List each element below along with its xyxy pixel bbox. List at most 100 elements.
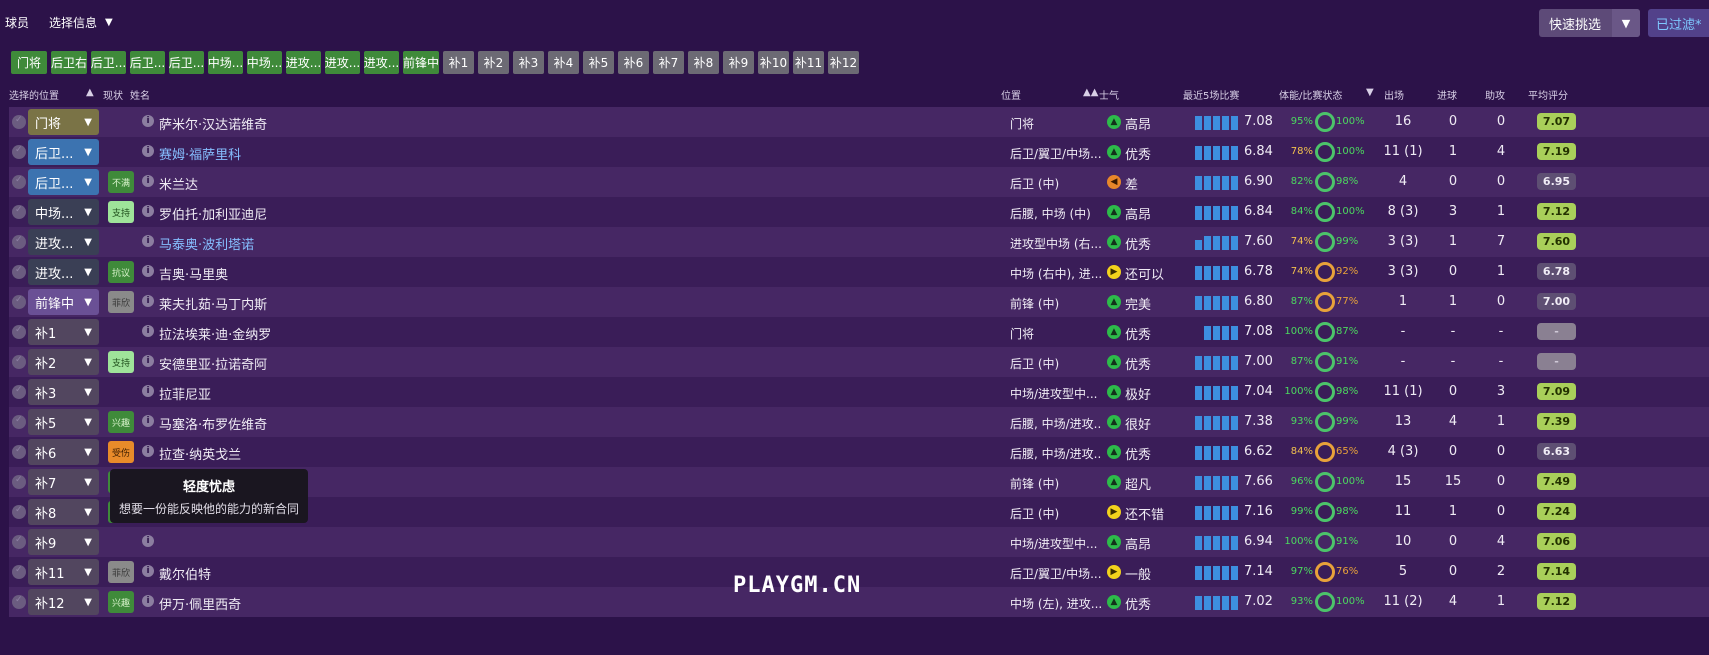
info-icon[interactable]: i: [142, 385, 154, 397]
select-checkbox[interactable]: [12, 325, 26, 339]
info-icon[interactable]: i: [142, 565, 154, 577]
slot-button[interactable]: 补10: [758, 51, 789, 74]
table-row[interactable]: 补5 ▼ 兴趣 i 马塞洛·布罗佐维奇 后腰, 中场/进攻... ▲ 很好 7.38 93% 99%…: [9, 407, 1709, 437]
position-select[interactable]: 补3 ▼: [28, 379, 99, 405]
status-badge[interactable]: 菲欣: [108, 561, 134, 583]
select-checkbox[interactable]: [12, 505, 26, 519]
position-select[interactable]: 补6 ▼: [28, 439, 99, 465]
status-badge[interactable]: 抗议: [108, 261, 134, 283]
position-select[interactable]: 补12 ▼: [28, 589, 99, 615]
position-select[interactable]: 补1 ▼: [28, 319, 99, 345]
slot-button[interactable]: 补4: [548, 51, 579, 74]
select-checkbox[interactable]: [12, 205, 26, 219]
table-row[interactable]: 补1 ▼ i 拉法埃莱·迪·金纳罗 门将 ▲ 优秀 7.08 100% 87% - - - -: [9, 317, 1709, 347]
select-checkbox[interactable]: [12, 265, 26, 279]
header-goals[interactable]: 进球: [1437, 87, 1457, 102]
player-name[interactable]: 赛姆·福萨里科: [159, 144, 241, 163]
info-icon[interactable]: i: [142, 265, 154, 277]
header-fitness[interactable]: 体能/比赛状态: [1279, 87, 1342, 102]
slot-button[interactable]: 中场...: [208, 51, 243, 74]
info-icon[interactable]: i: [142, 115, 154, 127]
slot-button[interactable]: 补5: [583, 51, 614, 74]
position-select[interactable]: 门将 ▼: [28, 109, 99, 135]
quick-pick-dropdown[interactable]: ▼: [1612, 9, 1640, 37]
header-assists[interactable]: 助攻: [1485, 87, 1505, 102]
select-checkbox[interactable]: [12, 565, 26, 579]
status-badge[interactable]: 兴趣: [108, 411, 134, 433]
status-badge[interactable]: 兴趣: [108, 591, 134, 613]
position-select[interactable]: 补7 ▼: [28, 469, 99, 495]
table-row[interactable]: 中场... ▼ 支持 i 罗伯托·加利亚迪尼 后腰, 中场 (中) ▲ 高昂 6.84 84% 10…: [9, 197, 1709, 227]
slot-button[interactable]: 后卫...: [91, 51, 126, 74]
position-select[interactable]: 补5 ▼: [28, 409, 99, 435]
slot-button[interactable]: 补7: [653, 51, 684, 74]
info-icon[interactable]: i: [142, 445, 154, 457]
header-last5[interactable]: 最近5场比赛: [1183, 87, 1239, 102]
header-avg-rating[interactable]: 平均评分: [1528, 87, 1568, 102]
info-icon[interactable]: i: [142, 205, 154, 217]
select-checkbox[interactable]: [12, 445, 26, 459]
header-selected-position[interactable]: 选择的位置: [9, 87, 59, 102]
info-icon[interactable]: i: [142, 325, 154, 337]
slot-button[interactable]: 后卫...: [130, 51, 165, 74]
table-row[interactable]: 后卫... ▼ 不满 i 米兰达 后卫 (中) ◀ 差 6.90 82% 98% 4 0 0 6.95: [9, 167, 1709, 197]
header-morale[interactable]: 士气: [1099, 87, 1119, 102]
slot-button[interactable]: 进攻...: [325, 51, 360, 74]
info-icon[interactable]: i: [142, 145, 154, 157]
info-icon[interactable]: i: [142, 175, 154, 187]
status-badge[interactable]: 不满: [108, 171, 134, 193]
select-checkbox[interactable]: [12, 115, 26, 129]
player-name[interactable]: 吉奥·马里奥: [159, 264, 228, 283]
info-icon[interactable]: i: [142, 595, 154, 607]
slot-button[interactable]: 补11: [793, 51, 824, 74]
header-position[interactable]: 位置: [1001, 87, 1021, 102]
info-icon[interactable]: i: [142, 535, 154, 547]
info-icon[interactable]: i: [142, 415, 154, 427]
slot-button[interactable]: 补1: [443, 51, 474, 74]
select-checkbox[interactable]: [12, 415, 26, 429]
table-row[interactable]: 前锋中 ▼ 菲欣 i 莱夫扎茹·马丁内斯 前锋 (中) ▲ 完美 6.80 87% 77% 1 1 0 7.…: [9, 287, 1709, 317]
position-select[interactable]: 补11 ▼: [28, 559, 99, 585]
slot-button[interactable]: 后卫右: [51, 51, 87, 74]
status-badge[interactable]: 受伤: [108, 441, 134, 463]
table-row[interactable]: 进攻... ▼ i 马泰奥·波利塔诺 进攻型中场 (右... ▲ 优秀 7.60 74% 99% 3…: [9, 227, 1709, 257]
header-apps[interactable]: 出场: [1384, 87, 1404, 102]
position-select[interactable]: 补8 ▼: [28, 499, 99, 525]
select-info-dropdown[interactable]: 选择信息 ▼: [49, 14, 113, 31]
player-name[interactable]: 戴尔伯特: [159, 564, 211, 583]
player-name[interactable]: 拉查·纳英戈兰: [159, 444, 241, 463]
status-badge[interactable]: 菲欣: [108, 291, 134, 313]
select-checkbox[interactable]: [12, 475, 26, 489]
player-name[interactable]: 拉法埃莱·迪·金纳罗: [159, 324, 271, 343]
select-checkbox[interactable]: [12, 295, 26, 309]
filtered-button[interactable]: 已过滤*: [1648, 9, 1709, 37]
table-row[interactable]: 补9 ▼ i 中场/进攻型中... ▲ 高昂 6.94 100% 91% 10 0 4 7.06: [9, 527, 1709, 557]
player-name[interactable]: 伊万·佩里西奇: [159, 594, 241, 613]
slot-button[interactable]: 进攻...: [286, 51, 321, 74]
position-select[interactable]: 前锋中 ▼: [28, 289, 99, 315]
table-row[interactable]: 补3 ▼ i 拉菲尼亚 中场/进攻型中... ▲ 极好 7.04 100% 98% 11 (1) 0 3…: [9, 377, 1709, 407]
position-select[interactable]: 后卫... ▼: [28, 139, 99, 165]
select-checkbox[interactable]: [12, 175, 26, 189]
select-checkbox[interactable]: [12, 595, 26, 609]
position-select[interactable]: 中场... ▼: [28, 199, 99, 225]
info-icon[interactable]: i: [142, 235, 154, 247]
select-checkbox[interactable]: [12, 145, 26, 159]
position-select[interactable]: 补2 ▼: [28, 349, 99, 375]
player-name[interactable]: 拉菲尼亚: [159, 384, 211, 403]
status-badge[interactable]: 支持: [108, 201, 134, 223]
slot-button[interactable]: 补6: [618, 51, 649, 74]
table-row[interactable]: 门将 ▼ i 萨米尔·汉达诺维奇 门将 ▲ 高昂 7.08 95% 100% 16 0 0 7.07: [9, 107, 1709, 137]
position-select[interactable]: 补9 ▼: [28, 529, 99, 555]
player-name[interactable]: 安德里亚·拉诺奇阿: [159, 354, 267, 373]
select-checkbox[interactable]: [12, 535, 26, 549]
player-name[interactable]: 萨米尔·汉达诺维奇: [159, 114, 267, 133]
table-row[interactable]: 补6 ▼ 受伤 i 拉查·纳英戈兰 后腰, 中场/进攻... ▲ 优秀 6.62 84% 65% 4 …: [9, 437, 1709, 467]
slot-button[interactable]: 进攻...: [364, 51, 399, 74]
player-name[interactable]: 莱夫扎茹·马丁内斯: [159, 294, 267, 313]
info-icon[interactable]: i: [142, 355, 154, 367]
slot-button[interactable]: 补3: [513, 51, 544, 74]
select-checkbox[interactable]: [12, 355, 26, 369]
slot-button[interactable]: 补8: [688, 51, 719, 74]
slot-button[interactable]: 中场...: [247, 51, 282, 74]
